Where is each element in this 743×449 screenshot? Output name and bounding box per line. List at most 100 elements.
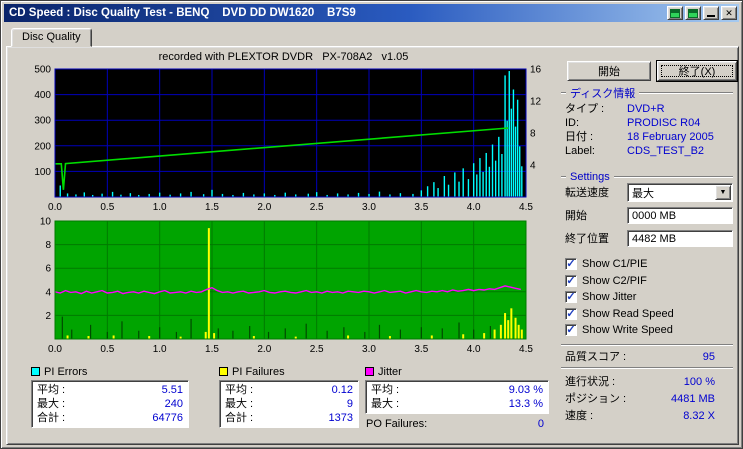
po-failures-label: PO Failures:: [366, 418, 428, 430]
svg-text:2.5: 2.5: [310, 344, 324, 355]
end-position-label: 終了位置: [565, 233, 609, 245]
svg-text:500: 500: [34, 65, 51, 76]
checkbox-show-c1-pie[interactable]: ✓ Show C1/PIE: [565, 257, 647, 271]
po-failures-row: PO Failures: 0: [365, 418, 549, 431]
disc-type-value: DVD+R: [627, 103, 665, 115]
divider: [561, 92, 566, 94]
svg-text:4.0: 4.0: [467, 202, 481, 213]
svg-text:0.0: 0.0: [48, 344, 62, 355]
app-window: CD Speed : Disc Quality Test - BENQ DVD …: [0, 0, 743, 449]
stat-label: 平均 :: [371, 384, 400, 396]
disc-date-label: 日付 :: [565, 131, 594, 143]
titlebar[interactable]: CD Speed : Disc Quality Test - BENQ DVD …: [4, 4, 739, 22]
pi-errors-stats-box: 平均 : 5.51 最大 : 240 合計 : 64776: [31, 380, 189, 428]
exit-button-label: 終了(X): [678, 66, 716, 78]
pi-failures-legend: PI Failures 平均 : 0.12 最大 : 9 合計 : 1373: [219, 365, 359, 428]
checkbox-box[interactable]: ✓: [565, 291, 577, 303]
stat-label: 最大 :: [37, 398, 66, 410]
pi-errors-legend-label: PI Errors: [44, 365, 88, 378]
check-icon: ✓: [566, 291, 576, 303]
speed-value: 8.32 X: [683, 410, 715, 422]
svg-text:1.5: 1.5: [205, 202, 219, 213]
transfer-speed-label: 転送速度: [565, 187, 609, 199]
svg-text:2: 2: [45, 311, 51, 322]
disc-type-row: タイプ : DVD+R: [565, 102, 729, 116]
end-position-input[interactable]: 4482 MB: [627, 230, 733, 247]
svg-text:100: 100: [34, 167, 51, 178]
svg-text:2.5: 2.5: [310, 202, 324, 213]
mini-chart-icon: [688, 8, 698, 18]
svg-text:3.0: 3.0: [362, 344, 376, 355]
tab-disc-quality[interactable]: Disc Quality: [11, 28, 92, 47]
settings-header: Settings: [561, 171, 733, 183]
divider: [613, 176, 733, 178]
close-button[interactable]: ✕: [721, 6, 737, 20]
svg-text:0.5: 0.5: [100, 202, 114, 213]
stat-value: 64776: [152, 412, 183, 424]
svg-text:16: 16: [530, 65, 542, 76]
exit-button[interactable]: 終了(X): [657, 61, 737, 81]
end-position-value: 4482 MB: [632, 232, 677, 245]
divider: [561, 344, 733, 346]
disc-label-value: CDS_TEST_B2: [627, 145, 705, 157]
check-icon: ✓: [566, 324, 576, 336]
minimize-icon: [707, 9, 715, 17]
disc-id-row: ID: PRODISC R04: [565, 116, 729, 130]
disc-date-row: 日付 : 18 February 2005: [565, 130, 729, 144]
combo-dropdown-button[interactable]: ▼: [715, 185, 731, 200]
progress-label: 進行状況 :: [565, 376, 616, 388]
titlebar-chart-icon-1[interactable]: [667, 6, 683, 20]
transfer-speed-value: 最大: [632, 187, 654, 200]
checkbox-show-write-speed[interactable]: ✓ Show Write Speed: [565, 323, 673, 337]
svg-text:2.0: 2.0: [257, 202, 271, 213]
pi-errors-swatch: [31, 367, 40, 376]
sidebar: 開始 終了(X) ディスク情報 タイプ : DVD+R ID: PRODISC …: [557, 47, 737, 444]
svg-text:0.0: 0.0: [48, 202, 62, 213]
transfer-speed-select[interactable]: 最大 ▼: [627, 183, 733, 202]
svg-text:4.5: 4.5: [519, 202, 533, 213]
checkbox-box[interactable]: ✓: [565, 258, 577, 270]
svg-text:4.5: 4.5: [519, 344, 533, 355]
stat-value: 9.03 %: [508, 384, 543, 396]
svg-text:3.0: 3.0: [362, 202, 376, 213]
progress-value: 100 %: [683, 376, 715, 388]
start-button-label: 開始: [598, 66, 620, 78]
pi-errors-chart: 0.0 0.5 1.0 1.5 2.0 2.5 3.0 3.5 4.0 4.5 100 200 300 4…: [34, 65, 542, 214]
checkbox-box[interactable]: ✓: [565, 275, 577, 287]
svg-text:2.0: 2.0: [257, 344, 271, 355]
window-title: CD Speed : Disc Quality Test - BENQ DVD …: [9, 7, 356, 19]
checkbox-show-c2-pif[interactable]: ✓ Show C2/PIF: [565, 274, 647, 288]
titlebar-chart-icon-2[interactable]: [685, 6, 701, 20]
checkbox-label: Show Write Speed: [582, 324, 673, 336]
po-failures-value: 0: [537, 418, 544, 430]
svg-text:1.0: 1.0: [153, 344, 167, 355]
svg-text:4: 4: [45, 287, 51, 298]
disc-info-title: ディスク情報: [570, 88, 636, 100]
checkbox-label: Show C1/PIE: [582, 258, 648, 270]
stat-value: 240: [164, 398, 183, 410]
position-value: 4481 MB: [670, 393, 715, 405]
chevron-down-icon: ▼: [719, 189, 727, 196]
stat-value: 9: [346, 398, 353, 410]
checkbox-box[interactable]: ✓: [565, 324, 577, 336]
checkbox-label: Show Read Speed: [582, 308, 674, 320]
checkbox-show-jitter[interactable]: ✓ Show Jitter: [565, 290, 636, 304]
pi-failures-jitter-chart: 0.0 0.5 1.0 1.5 2.0 2.5 3.0 3.5 4.0 4.5 2 4 6 8 10: [40, 217, 534, 355]
svg-text:4.0: 4.0: [467, 344, 481, 355]
svg-text:1.5: 1.5: [205, 344, 219, 355]
start-position-input[interactable]: 0000 MB: [627, 207, 733, 224]
checkbox-label: Show Jitter: [582, 291, 637, 303]
check-icon: ✓: [566, 258, 576, 270]
jitter-stats-box: 平均 : 9.03 % 最大 : 13.3 %: [365, 380, 549, 414]
minimize-button[interactable]: [703, 6, 719, 20]
checkbox-label: Show C2/PIF: [582, 275, 647, 287]
checkbox-show-read-speed[interactable]: ✓ Show Read Speed: [565, 307, 674, 321]
jitter-legend: Jitter 平均 : 9.03 % 最大 : 13.3 % PO Failures…: [365, 365, 549, 431]
disc-label-row: Label: CDS_TEST_B2: [565, 144, 729, 158]
disc-type-label: タイプ :: [565, 103, 605, 115]
start-button[interactable]: 開始: [567, 61, 651, 81]
checkbox-box[interactable]: ✓: [565, 308, 577, 320]
svg-text:400: 400: [34, 90, 51, 101]
svg-text:3.5: 3.5: [414, 344, 428, 355]
divider: [561, 367, 733, 369]
